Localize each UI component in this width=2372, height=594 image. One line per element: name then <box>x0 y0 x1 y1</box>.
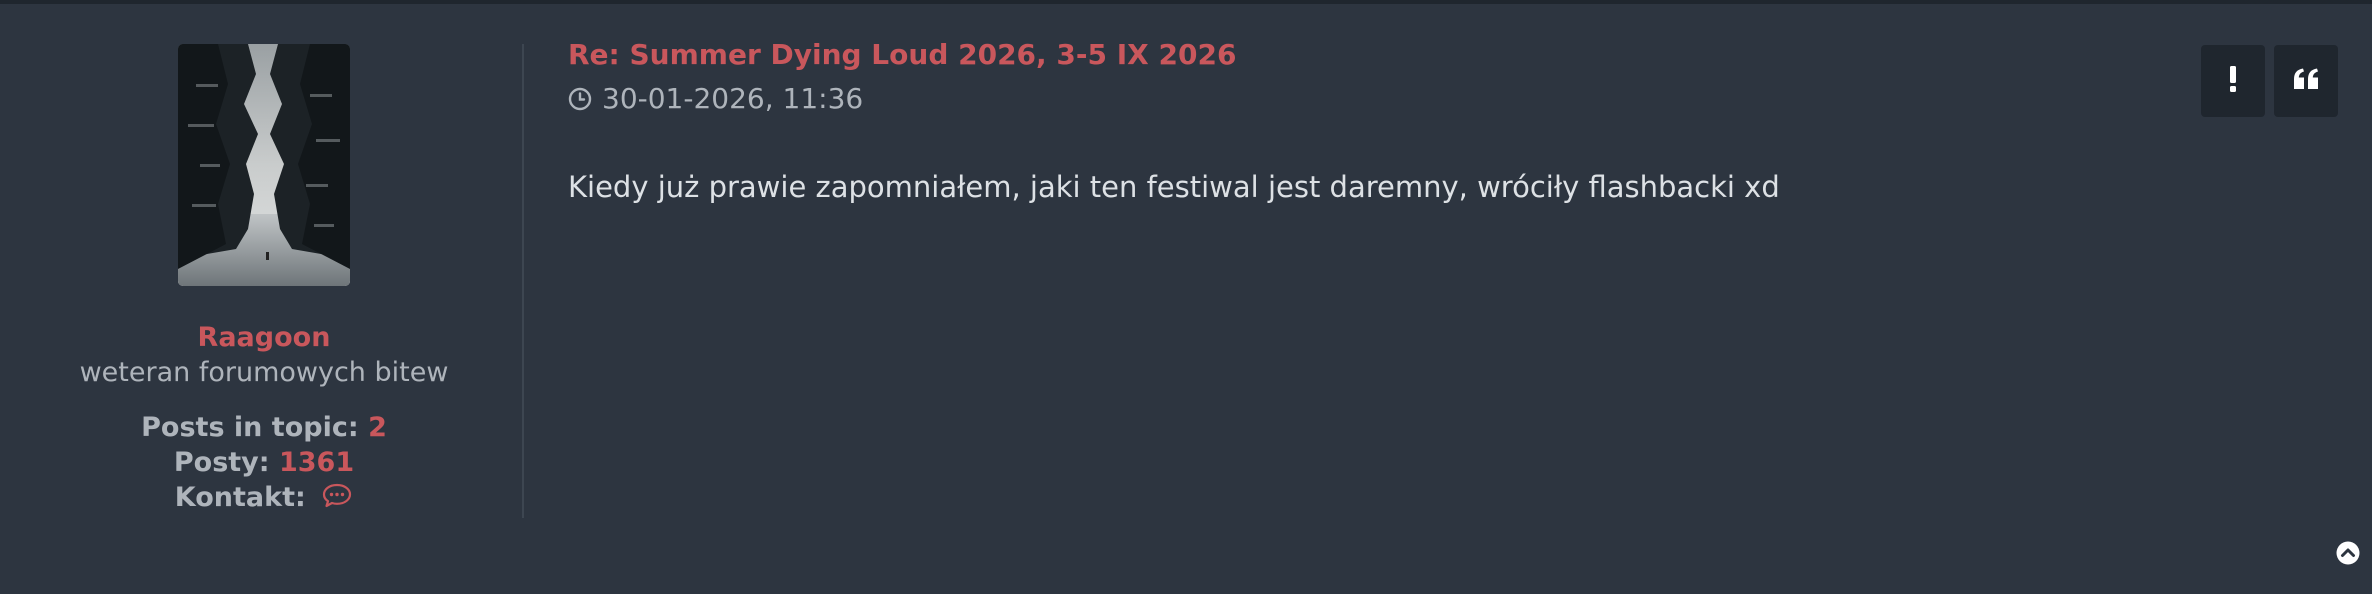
post-timestamp[interactable]: 30-01-2026, 11:36 <box>602 82 863 115</box>
report-button[interactable] <box>2201 45 2265 117</box>
back-to-top-button[interactable] <box>2336 541 2360 569</box>
profile-divider <box>522 44 524 518</box>
posts-in-topic-label: Posts in topic: <box>141 412 359 443</box>
username-link[interactable]: Raagoon <box>0 322 528 353</box>
post-content: Kiedy już prawie zapomniałem, jaki ten f… <box>568 170 1780 204</box>
avatar-image <box>178 44 350 286</box>
posts-in-topic-value[interactable]: 2 <box>368 412 387 443</box>
contact-label: Kontakt: <box>174 482 306 513</box>
chat-bubble-icon[interactable] <box>321 482 353 515</box>
avatar[interactable] <box>178 44 350 286</box>
user-rank: weteran forumowych bitew <box>79 357 449 388</box>
clock-icon <box>568 87 592 111</box>
chevron-up-circle-icon <box>2336 541 2360 569</box>
posts-count-stat: Posty: 1361 <box>0 447 528 478</box>
exclamation-icon <box>2228 66 2238 96</box>
quote-icon <box>2293 68 2319 94</box>
posts-count-value[interactable]: 1361 <box>279 447 354 478</box>
posts-count-label: Posty: <box>173 447 270 478</box>
post-meta: 30-01-2026, 11:36 <box>568 82 863 115</box>
posts-in-topic-stat: Posts in topic: 2 <box>0 412 528 443</box>
contact-stat: Kontakt: <box>0 482 528 515</box>
quote-button[interactable] <box>2274 45 2338 117</box>
post-profile: Raagoon weteran forumowych bitew Posts i… <box>0 0 525 594</box>
post-title-link[interactable]: Re: Summer Dying Loud 2026, 3-5 IX 2026 <box>568 38 1236 71</box>
